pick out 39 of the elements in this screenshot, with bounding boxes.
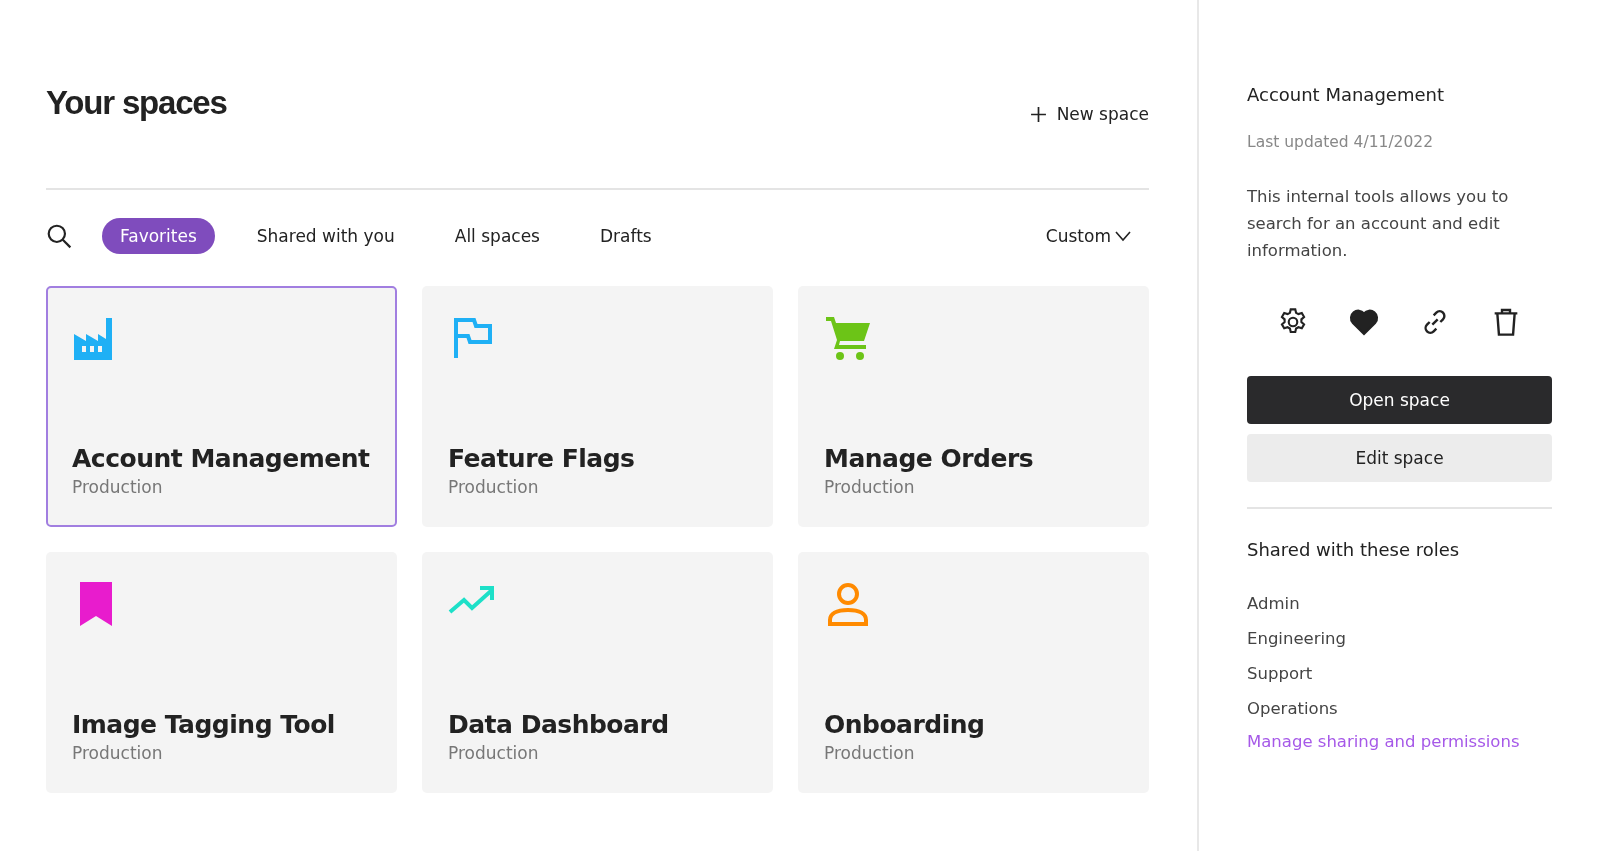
page-title: Your spaces (46, 84, 227, 122)
space-environment: Production (824, 743, 916, 763)
role-name: Admin (1247, 594, 1301, 613)
space-name: Manage Orders (824, 444, 1035, 473)
space-environment: Production (448, 477, 540, 497)
plus-icon (1029, 105, 1047, 123)
role-name: Operations (1247, 699, 1339, 718)
chevron-down-icon (1115, 230, 1131, 242)
filter-tab[interactable]: Shared with you (238, 218, 413, 254)
space-card[interactable]: Onboarding Production (798, 552, 1149, 793)
space-environment: Production (824, 477, 916, 497)
filter-tab[interactable]: Drafts (582, 218, 670, 254)
space-description: This internal tools allows you to search for an account and edit information. (1247, 186, 1510, 262)
space-name: Account Management (72, 444, 371, 473)
space-name: Image Tagging Tool (72, 710, 336, 739)
edit-space-button[interactable]: Edit space (1247, 434, 1552, 482)
space-card[interactable]: Manage Orders Production (798, 286, 1149, 527)
space-environment: Production (72, 477, 164, 497)
filter-tab[interactable]: Favorites (102, 218, 215, 254)
space-name: Feature Flags (448, 444, 636, 473)
sort-dropdown[interactable]: Custom (1045, 226, 1131, 246)
role-name: Engineering (1247, 629, 1347, 648)
search-icon[interactable] (46, 223, 72, 249)
space-card[interactable]: Data Dashboard Production (422, 552, 773, 793)
new-space-button[interactable]: New space (1029, 104, 1149, 124)
space-environment: Production (448, 743, 540, 763)
space-name: Onboarding (824, 710, 986, 739)
space-card[interactable]: Account Management Production (46, 286, 397, 527)
last-updated: Last updated 4/11/2022 (1247, 133, 1435, 151)
space-environment: Production (72, 743, 164, 763)
open-space-button[interactable]: Open space (1247, 376, 1552, 424)
filter-tab[interactable]: All spaces (436, 218, 558, 254)
space-name: Data Dashboard (448, 710, 670, 739)
space-card[interactable]: Image Tagging Tool Production (46, 552, 397, 793)
space-card[interactable]: Feature Flags Production (422, 286, 773, 527)
manage-sharing-link[interactable]: Manage sharing and permissions (1247, 732, 1552, 751)
role-name: Support (1247, 664, 1314, 683)
roles-heading: Shared with these roles (1247, 539, 1461, 560)
space-title: Account Management (1247, 84, 1445, 105)
